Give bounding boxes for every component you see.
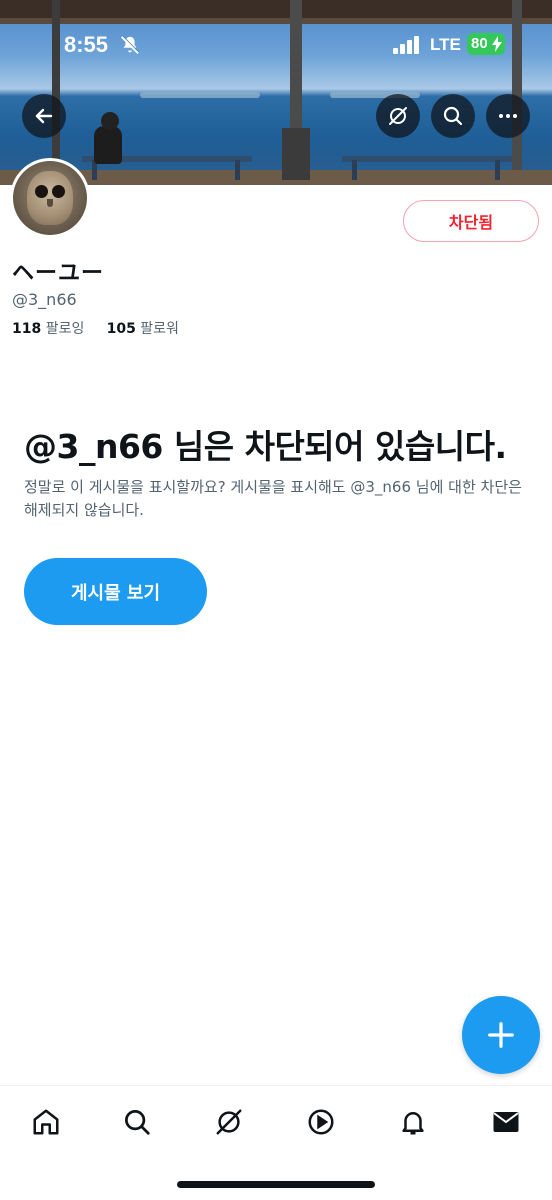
battery-indicator: 80: [467, 33, 505, 55]
owl-beak: [47, 199, 53, 207]
more-icon: [499, 114, 517, 118]
followers-label: 팔로워: [140, 321, 179, 337]
grok-icon: [216, 1109, 242, 1135]
banner-person-head: [101, 112, 119, 130]
banner-bench: [342, 156, 512, 162]
following-link[interactable]: 118 팔로잉: [12, 321, 84, 337]
status-time: 8:55: [64, 32, 109, 57]
view-posts-button[interactable]: 게시물 보기: [24, 558, 207, 625]
network-type: LTE: [430, 35, 461, 54]
followers-count: 105: [106, 321, 136, 337]
search-button[interactable]: [431, 94, 475, 138]
grok-button[interactable]: [376, 94, 420, 138]
owl-eye: [52, 185, 65, 198]
profile-handle: @3_n66: [12, 290, 77, 309]
banner-pillar-base: [282, 128, 310, 180]
profile-avatar[interactable]: [10, 158, 90, 238]
plus-icon: [488, 1022, 514, 1048]
banner-person: [94, 126, 122, 164]
search-icon: [125, 1110, 150, 1135]
tab-notifications[interactable]: [393, 1102, 433, 1142]
compose-button[interactable]: [462, 996, 540, 1074]
tab-video[interactable]: [301, 1102, 341, 1142]
owl-avatar-image: [13, 161, 87, 235]
followers-link[interactable]: 105 팔로워: [107, 321, 179, 337]
battery-level: 80: [471, 35, 488, 52]
grok-icon: [389, 107, 407, 125]
signal-icon: [393, 36, 419, 54]
block-title-handle: @3_n66: [24, 427, 163, 466]
more-button[interactable]: [486, 94, 530, 138]
block-title-suffix: 님은 차단되어 있습니다.: [162, 427, 507, 466]
block-notice-title: @3_n66 님은 차단되어 있습니다.: [24, 420, 539, 468]
search-icon: [443, 106, 463, 126]
display-name: ヘーユー: [12, 261, 105, 286]
notifications-icon: [402, 1112, 424, 1135]
tab-home[interactable]: [26, 1102, 66, 1142]
owl-eye: [35, 185, 48, 198]
video-icon: [308, 1109, 334, 1135]
follow-stats: 118 팔로잉 105 팔로워: [12, 318, 179, 338]
tab-grok[interactable]: [209, 1102, 249, 1142]
following-count: 118: [12, 321, 42, 337]
blocked-button[interactable]: 차단됨: [403, 200, 539, 242]
messages-icon: [493, 1112, 519, 1132]
tab-messages[interactable]: [486, 1102, 526, 1142]
banner-hill: [140, 92, 260, 98]
banner-bench-leg: [495, 160, 500, 180]
status-bar: 8:55 LTE 80: [0, 0, 552, 90]
charging-bolt-icon: [492, 36, 502, 52]
block-notice-description: 정말로 이 게시물을 표시할까요? 게시물을 표시해도 @3_n66 님에 대한…: [24, 478, 522, 519]
bell-off-icon: [120, 35, 140, 55]
home-icon: [33, 1109, 59, 1135]
owl-face: [27, 171, 73, 225]
home-indicator: [177, 1181, 375, 1188]
following-label: 팔로잉: [45, 321, 85, 337]
banner-bench-leg: [352, 160, 357, 180]
back-button[interactable]: [22, 94, 66, 138]
tab-explore[interactable]: [117, 1102, 157, 1142]
banner-bench-leg: [235, 160, 240, 180]
back-arrow-icon: [35, 108, 53, 124]
